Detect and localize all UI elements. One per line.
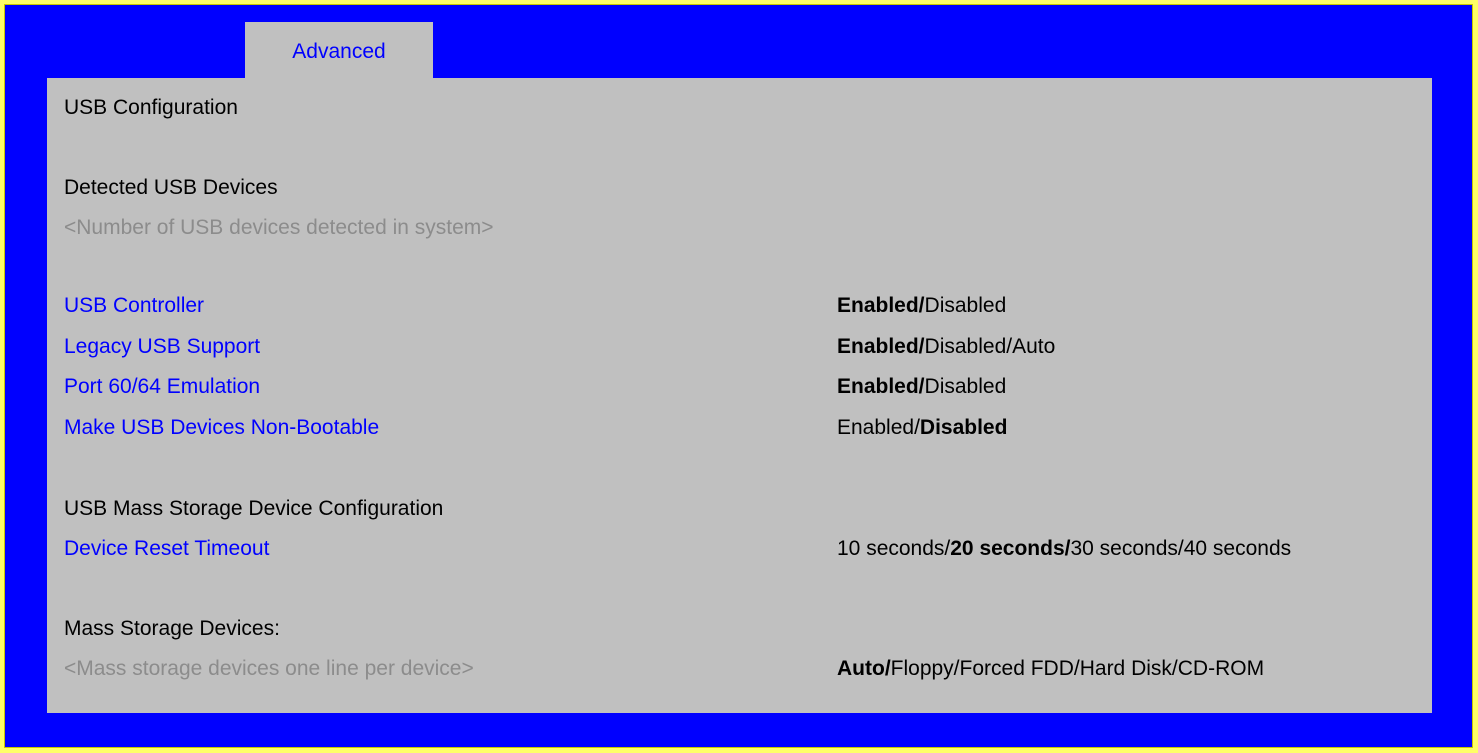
non-bootable-setting[interactable]: Make USB Devices Non-Bootable	[64, 415, 379, 441]
detected-usb-devices-placeholder: <Number of USB devices detected in syste…	[64, 216, 494, 239]
option-value: Enabled/	[837, 375, 925, 398]
mass-storage-devices-options: Auto/Floppy/Forced FDD/Hard Disk/CD-ROM	[837, 656, 1264, 682]
usb-controller-setting[interactable]: USB Controller	[64, 293, 204, 319]
legacy-usb-support-setting[interactable]: Legacy USB Support	[64, 334, 260, 360]
option-value: Disabled	[924, 294, 1007, 317]
option-value: Disabled	[919, 416, 1008, 439]
mass-storage-config-heading: USB Mass Storage Device Configuration	[64, 497, 444, 520]
option-value: Floppy/	[890, 657, 960, 680]
option-value: 20 seconds/	[950, 537, 1071, 560]
page-title: USB Configuration	[64, 96, 238, 119]
port-60-64-emulation-setting[interactable]: Port 60/64 Emulation	[64, 374, 260, 400]
option-value: Auto	[1012, 335, 1056, 358]
option-value: 40 seconds	[1183, 537, 1292, 560]
option-value: Hard Disk/	[1079, 657, 1178, 680]
option-value: Disabled	[924, 375, 1007, 398]
detected-usb-devices-heading: Detected USB Devices	[64, 176, 278, 199]
device-reset-timeout-options: 10 seconds/20 seconds/30 seconds/40 seco…	[837, 536, 1291, 562]
usb-controller-options: Enabled/Disabled	[837, 293, 1006, 319]
option-value: Enabled/	[837, 335, 925, 358]
device-reset-timeout-setting[interactable]: Device Reset Timeout	[64, 536, 269, 562]
option-value: Auto/	[837, 657, 891, 680]
option-value: CD-ROM	[1177, 657, 1265, 680]
settings-panel: USB Configuration Detected USB Devices <…	[47, 78, 1432, 713]
mass-storage-devices-placeholder[interactable]: <Mass storage devices one line per devic…	[64, 656, 474, 682]
option-value: Forced FDD/	[959, 657, 1080, 680]
option-value: Disabled/	[924, 335, 1013, 358]
non-bootable-options: Enabled/Disabled	[837, 415, 1007, 441]
mass-storage-devices-heading: Mass Storage Devices:	[64, 617, 280, 640]
option-value: Enabled/	[837, 416, 920, 439]
port-60-64-emulation-options: Enabled/Disabled	[837, 374, 1006, 400]
option-value: Enabled/	[837, 294, 925, 317]
option-value: 10 seconds/	[837, 537, 951, 560]
bios-window: Advanced USB Configuration Detected USB …	[4, 4, 1473, 748]
legacy-usb-support-options: Enabled/Disabled/Auto	[837, 334, 1055, 360]
tab-advanced[interactable]: Advanced	[245, 22, 433, 79]
option-value: 30 seconds/	[1070, 537, 1184, 560]
